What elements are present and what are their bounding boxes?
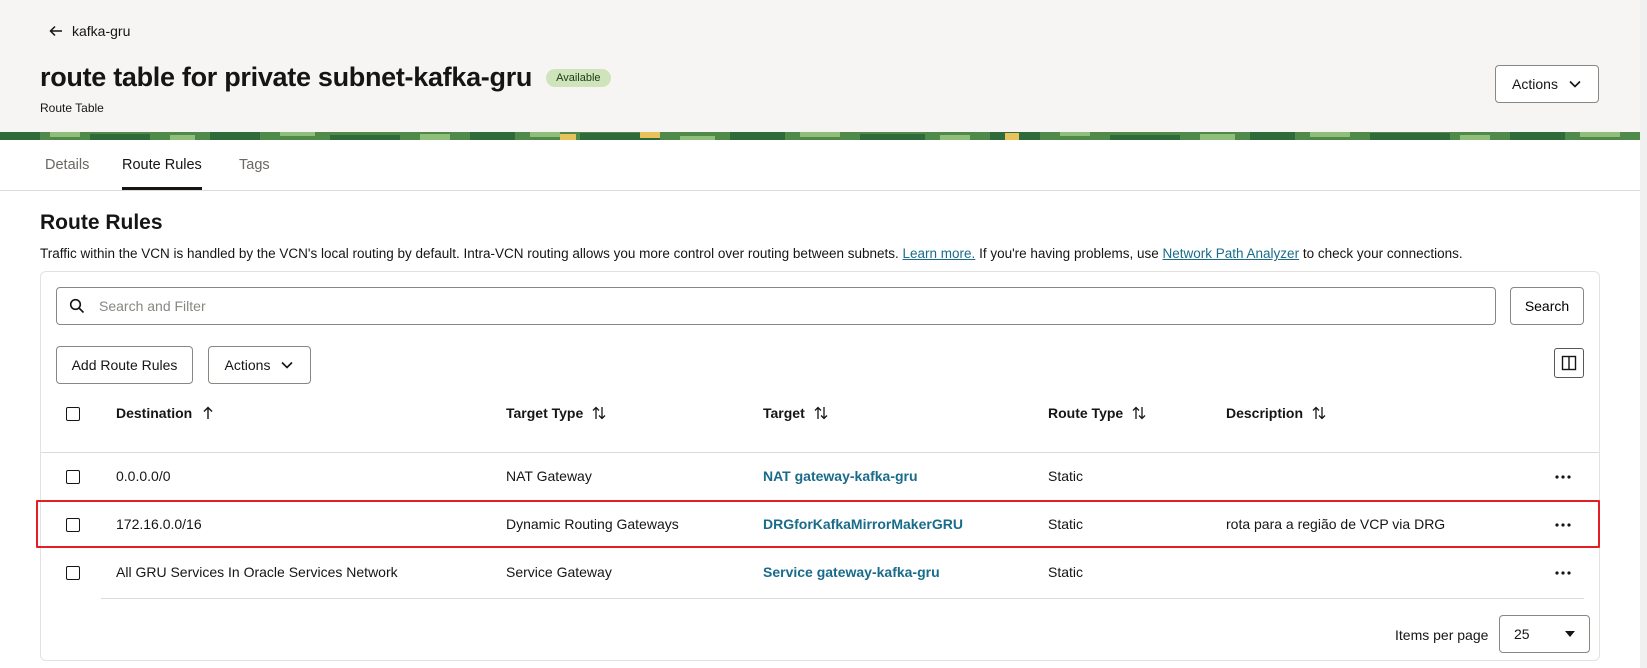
sort-ascending-icon xyxy=(203,406,213,419)
tab-route-rules[interactable]: Route Rules xyxy=(122,157,202,190)
column-header-label: Destination xyxy=(116,405,193,421)
target-type-cell: Dynamic Routing Gateways xyxy=(506,516,679,532)
network-path-analyzer-link[interactable]: Network Path Analyzer xyxy=(1163,246,1300,261)
column-toggle-button[interactable] xyxy=(1554,348,1584,378)
more-actions-icon[interactable] xyxy=(1553,563,1573,583)
chevron-down-icon xyxy=(281,361,294,369)
column-header-destination[interactable]: Destination xyxy=(116,405,216,421)
target-type-cell: Service Gateway xyxy=(506,564,612,580)
back-link[interactable]: kafka-gru xyxy=(48,23,130,39)
arrow-left-icon xyxy=(49,25,62,37)
table-bottom-divider xyxy=(101,598,1584,599)
target-link[interactable]: NAT gateway-kafka-gru xyxy=(763,468,918,484)
route-type-cell: Static xyxy=(1048,468,1084,484)
target-link[interactable]: DRGforKafkaMirrorMakerGRU xyxy=(763,516,963,532)
description-text-2: If you're having problems, use xyxy=(975,246,1163,261)
row-checkbox[interactable] xyxy=(66,566,80,580)
row-checkbox[interactable] xyxy=(66,518,80,532)
caret-down-icon xyxy=(1565,631,1575,637)
chevron-down-icon xyxy=(1569,80,1581,88)
section-description: Traffic within the VCN is handled by the… xyxy=(40,246,1463,261)
route-type-cell: Static xyxy=(1048,564,1084,580)
columns-icon xyxy=(1561,355,1577,371)
more-actions-icon[interactable] xyxy=(1553,515,1573,535)
description-text-3: to check your connections. xyxy=(1299,246,1463,261)
page-header: kafka-gru route table for private subnet… xyxy=(0,0,1640,140)
learn-more-link[interactable]: Learn more. xyxy=(903,246,976,261)
destination-cell: All GRU Services In Oracle Services Netw… xyxy=(116,564,398,580)
route-rules-panel: Search Add Route Rules Actions Destinati… xyxy=(40,271,1600,661)
sort-icon xyxy=(592,406,606,420)
column-header-target-type[interactable]: Target Type xyxy=(506,405,607,421)
table-row: 0.0.0.0/0 NAT Gateway NAT gateway-kafka-… xyxy=(41,453,1601,501)
tab-details[interactable]: Details xyxy=(45,157,89,187)
row-checkbox[interactable] xyxy=(66,470,80,484)
table-header-row: Destination Target Type Target Route Typ… xyxy=(41,392,1601,436)
target-type-cell: NAT Gateway xyxy=(506,468,592,484)
route-type-cell: Static xyxy=(1048,516,1084,532)
decorative-banner xyxy=(0,132,1640,140)
back-link-label: kafka-gru xyxy=(72,23,131,39)
page: kafka-gru route table for private subnet… xyxy=(0,0,1647,668)
column-header-label: Route Type xyxy=(1048,405,1124,421)
column-header-label: Description xyxy=(1226,405,1304,421)
description-text: Traffic within the VCN is handled by the… xyxy=(40,246,903,261)
table-actions-label: Actions xyxy=(224,357,271,373)
column-header-description[interactable]: Description xyxy=(1226,405,1327,421)
tab-tags[interactable]: Tags xyxy=(239,157,270,187)
search-box[interactable] xyxy=(56,287,1496,325)
status-badge: Available xyxy=(546,68,611,87)
search-icon xyxy=(69,298,85,314)
sort-icon xyxy=(814,406,828,420)
tab-bar: Details Route Rules Tags xyxy=(0,141,1640,191)
column-header-label: Target xyxy=(763,405,805,421)
add-route-rules-button[interactable]: Add Route Rules xyxy=(56,346,193,384)
column-header-label: Target Type xyxy=(506,405,584,421)
table-row: All GRU Services In Oracle Services Netw… xyxy=(41,549,1601,597)
sort-icon xyxy=(1132,406,1146,420)
items-per-page-select[interactable]: 25 xyxy=(1499,615,1590,653)
search-input[interactable] xyxy=(99,298,1479,314)
column-header-route-type[interactable]: Route Type xyxy=(1048,405,1147,421)
table-row: 172.16.0.0/16 Dynamic Routing Gateways D… xyxy=(41,501,1601,549)
target-link[interactable]: Service gateway-kafka-gru xyxy=(763,564,940,580)
page-scrollbar[interactable] xyxy=(1640,0,1647,668)
destination-cell: 172.16.0.0/16 xyxy=(116,516,202,532)
sort-icon xyxy=(1312,406,1326,420)
header-actions-label: Actions xyxy=(1512,76,1558,92)
destination-cell: 0.0.0.0/0 xyxy=(116,468,171,484)
table-actions-button[interactable]: Actions xyxy=(208,346,311,384)
items-per-page-value: 25 xyxy=(1514,626,1530,642)
more-actions-icon[interactable] xyxy=(1553,467,1573,487)
description-cell: rota para a região de VCP via DRG xyxy=(1226,516,1446,532)
section-title: Route Rules xyxy=(40,211,163,234)
header-actions-button[interactable]: Actions xyxy=(1495,65,1599,103)
page-subtitle: Route Table xyxy=(40,101,104,115)
page-title: route table for private subnet-kafka-gru xyxy=(40,62,533,92)
column-header-target[interactable]: Target xyxy=(763,405,829,421)
title-row: route table for private subnet-kafka-gru… xyxy=(40,62,611,93)
select-all-checkbox[interactable] xyxy=(66,407,80,421)
search-button[interactable]: Search xyxy=(1510,287,1584,325)
items-per-page-label: Items per page xyxy=(1395,627,1489,643)
